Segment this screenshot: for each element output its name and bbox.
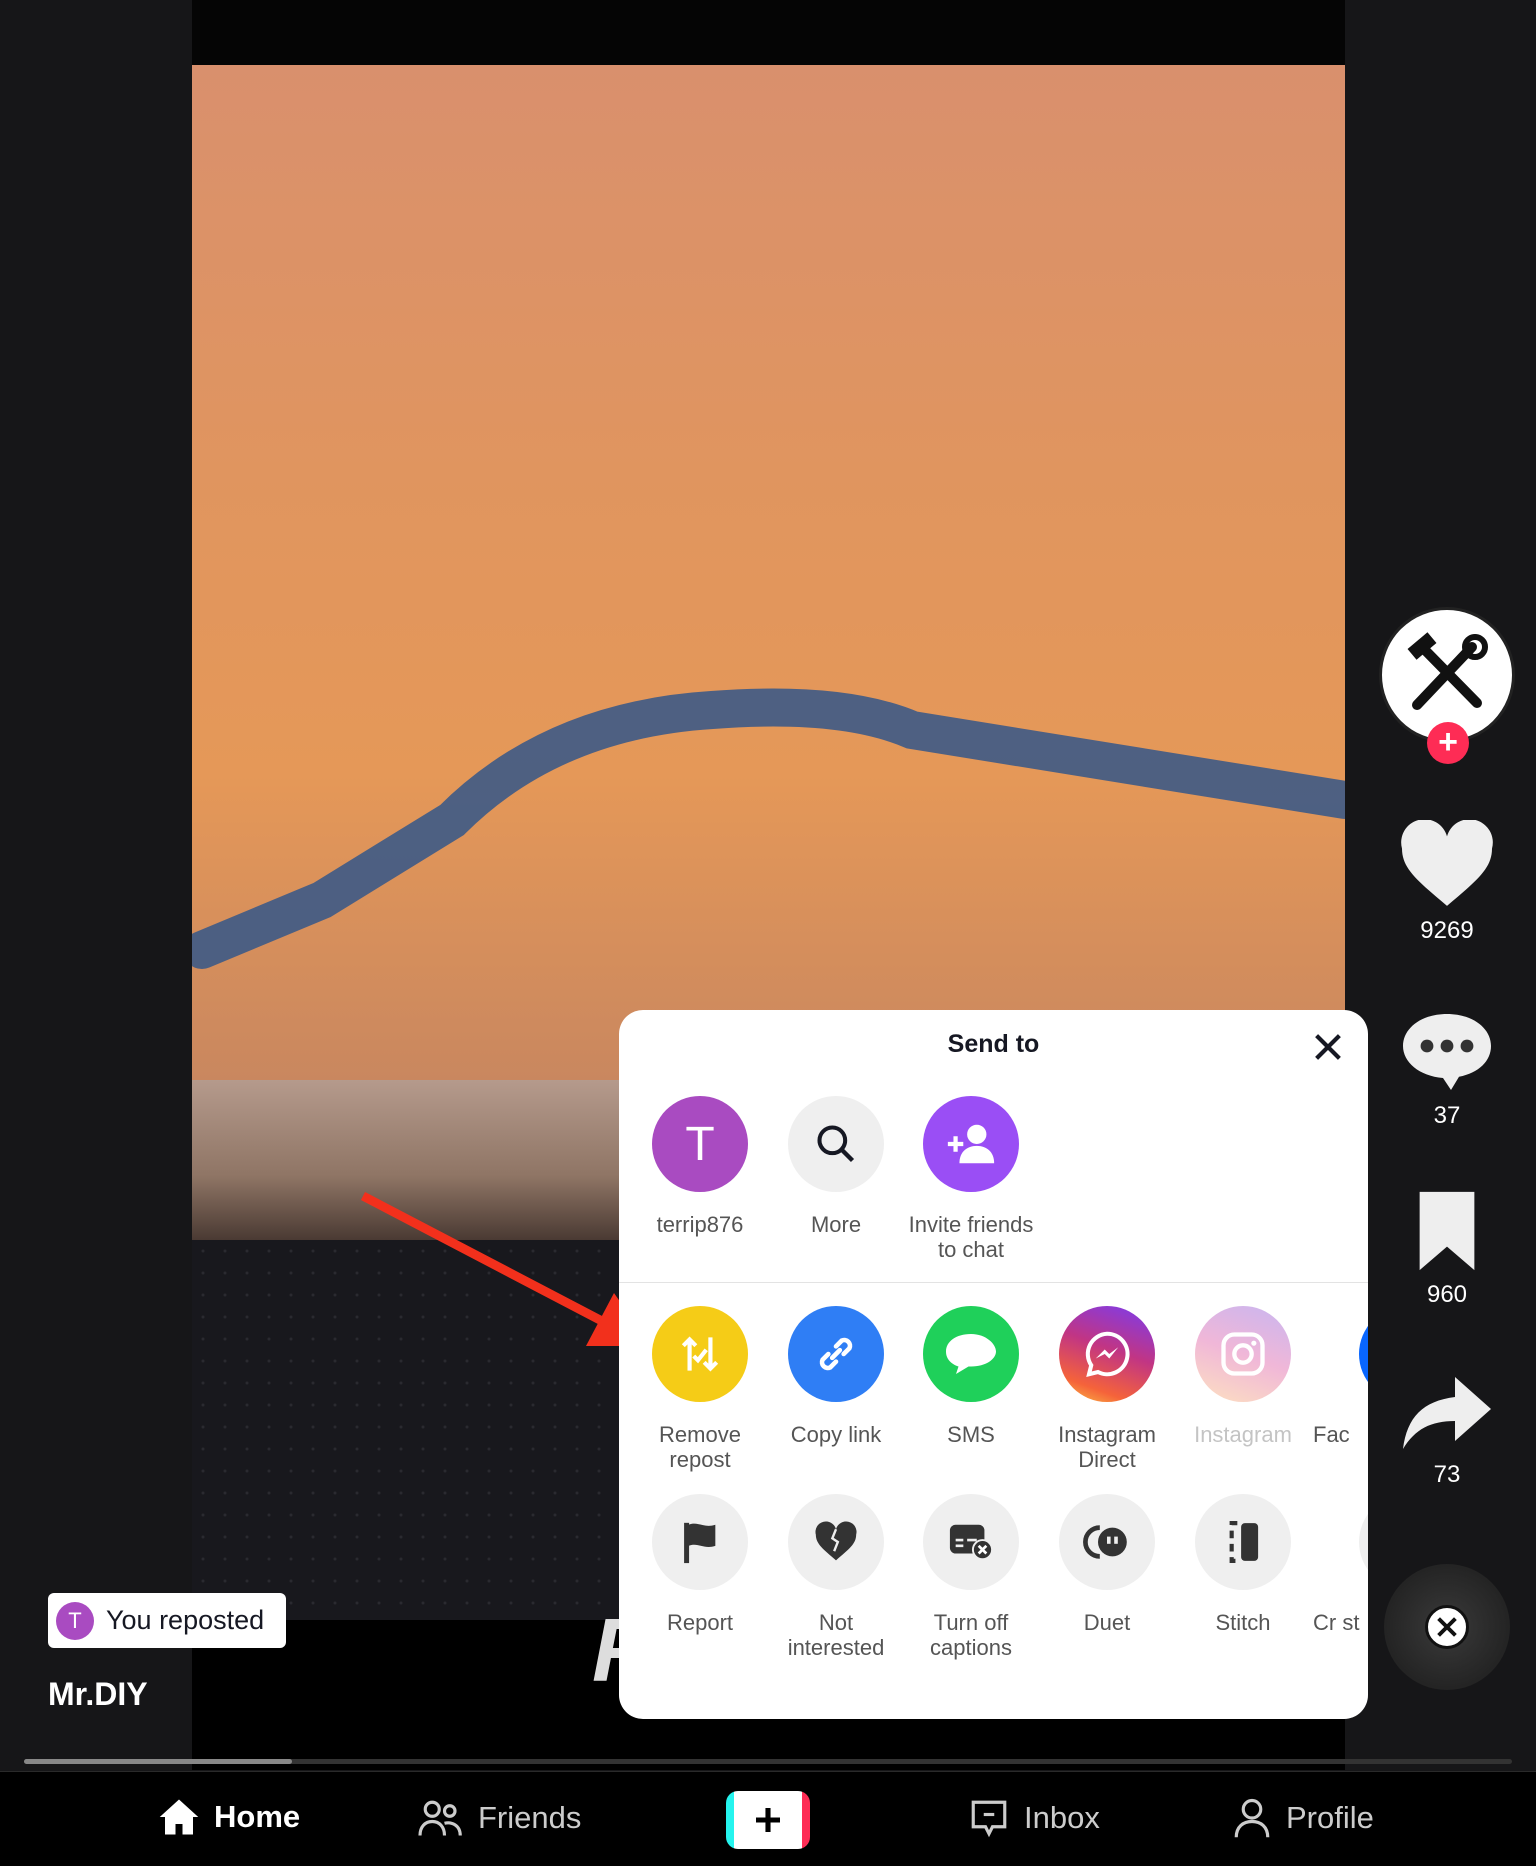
copy-link-button[interactable]: Copy link: [768, 1306, 904, 1447]
panel-divider: [619, 1282, 1368, 1283]
remove-repost-label: Remove repost: [659, 1422, 741, 1472]
profile-icon: [1234, 1798, 1270, 1838]
facebook-icon: [1359, 1306, 1368, 1402]
create-sticker-icon: [1359, 1494, 1368, 1590]
sms-label: SMS: [947, 1422, 995, 1447]
duet-button[interactable]: Duet: [1039, 1494, 1175, 1635]
stitch-label: Stitch: [1215, 1610, 1271, 1635]
copy-link-label: Copy link: [790, 1422, 882, 1447]
nav-home-label: Home: [214, 1799, 301, 1834]
message-bubble-icon: [946, 1334, 996, 1374]
repost-avatar: T: [56, 1601, 94, 1640]
more-label: More: [810, 1212, 862, 1237]
nav-friends[interactable]: Friends: [418, 1797, 581, 1839]
create-button[interactable]: [726, 1791, 810, 1849]
repost-badge[interactable]: T You reposted: [48, 1593, 286, 1648]
nav-inbox-label: Inbox: [1024, 1800, 1100, 1835]
instagram-button[interactable]: Instagram: [1175, 1306, 1311, 1447]
invite-label: Invite friends to chat: [908, 1212, 1034, 1262]
flag-icon: [684, 1522, 716, 1564]
stitch-icon: [1229, 1521, 1259, 1563]
duet-label: Duet: [1083, 1610, 1131, 1635]
create-sticker-button[interactable]: Cr st: [1311, 1494, 1368, 1635]
report-label: Report: [666, 1610, 734, 1635]
nav-profile-label: Profile: [1286, 1800, 1374, 1835]
facebook-label: Fac: [1313, 1422, 1350, 1447]
search-icon: [817, 1125, 855, 1163]
close-icon[interactable]: [1309, 1028, 1347, 1066]
repost-icon: [681, 1336, 719, 1372]
broken-heart-icon: [815, 1521, 857, 1561]
turn-off-captions-label: Turn off captions: [930, 1610, 1012, 1660]
friends-icon: [418, 1800, 462, 1836]
remove-repost-button[interactable]: Remove repost: [632, 1306, 768, 1472]
invite-friends-button[interactable]: Invite friends to chat: [903, 1096, 1039, 1262]
create-sticker-label: Cr st: [1313, 1610, 1360, 1635]
author-name[interactable]: Mr.DIY: [48, 1676, 148, 1713]
facebook-button[interactable]: Fac: [1311, 1306, 1368, 1447]
bottom-nav: Home Friends Inbox Profile: [0, 1771, 1536, 1866]
nav-inbox[interactable]: Inbox: [968, 1797, 1100, 1839]
turn-off-captions-button[interactable]: Turn off captions: [903, 1494, 1039, 1660]
not-interested-button[interactable]: Not interested: [768, 1494, 904, 1660]
nav-profile[interactable]: Profile: [1232, 1797, 1374, 1839]
more-contacts-button[interactable]: More: [768, 1096, 904, 1237]
not-interested-label: Not interested: [787, 1610, 885, 1660]
stitch-button[interactable]: Stitch: [1175, 1494, 1311, 1635]
panel-title: Send to: [947, 1030, 1040, 1058]
add-person-icon: [947, 1124, 995, 1164]
repost-text: You reposted: [106, 1605, 265, 1635]
duet-icon: [1083, 1525, 1127, 1559]
nav-friends-label: Friends: [478, 1800, 582, 1835]
contact-label: terrip876: [656, 1212, 744, 1237]
instagram-direct-button[interactable]: Instagram Direct: [1039, 1306, 1175, 1472]
progress-fill: [24, 1759, 292, 1764]
video-progress-bar[interactable]: [24, 1759, 1512, 1764]
instagram-icon: [1221, 1332, 1265, 1376]
sms-button[interactable]: SMS: [903, 1306, 1039, 1447]
inbox-icon: [971, 1800, 1007, 1838]
instagram-direct-label: Instagram Direct: [1058, 1422, 1156, 1472]
contact-avatar: T: [652, 1096, 748, 1192]
captions-off-icon: [949, 1524, 994, 1561]
link-icon: [819, 1337, 853, 1371]
share-panel: Send to T terrip876 More Invite friends …: [619, 1010, 1368, 1719]
instagram-label: Instagram: [1194, 1422, 1292, 1447]
nav-home[interactable]: Home: [158, 1797, 300, 1837]
contact-terrip876[interactable]: T terrip876: [632, 1096, 768, 1237]
home-icon: [159, 1799, 199, 1835]
report-button[interactable]: Report: [632, 1494, 768, 1635]
plus-icon: [756, 1808, 780, 1832]
messenger-icon: [1085, 1331, 1130, 1378]
